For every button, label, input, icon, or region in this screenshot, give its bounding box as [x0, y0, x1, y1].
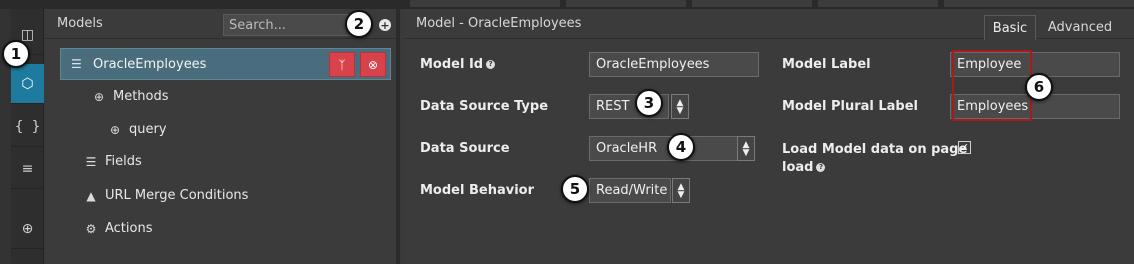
tree-item-query[interactable]: ⊕ query	[107, 122, 167, 137]
tree-item-label: URL Merge Conditions	[105, 188, 249, 203]
database-icon: ☰	[71, 57, 82, 71]
callout-badge-2: 2	[345, 10, 373, 38]
delete-model-button[interactable]: ⊗	[360, 52, 386, 77]
rail-button-models[interactable]: ⬡	[11, 64, 44, 104]
rail-button-css[interactable]: ≡	[11, 149, 44, 189]
tree-item-url-merge[interactable]: ▲ URL Merge Conditions	[83, 188, 248, 203]
model-behavior-value: Read/Write	[596, 183, 668, 198]
data-source-type-dropdown-icon[interactable]: ▲ ▼	[671, 94, 689, 119]
highlight-box	[952, 50, 1032, 121]
tab-basic[interactable]: Basic	[984, 15, 1036, 40]
tab-basic-label: Basic	[992, 20, 1028, 36]
tree-item-fields[interactable]: ☰ Fields	[83, 154, 142, 169]
callout-badge-5: 5	[561, 175, 589, 203]
top-strip-segment	[566, 0, 686, 7]
data-source-value: OracleHR	[596, 141, 658, 156]
data-source-label: Data Source	[420, 141, 510, 156]
add-model-button[interactable]: +	[379, 19, 391, 31]
models-panel-title: Models	[57, 16, 103, 31]
top-strip-segment	[818, 0, 938, 7]
model-id-value: OracleEmployees	[596, 57, 710, 72]
model-plural-label-label: Model Plural Label	[782, 99, 919, 114]
callout-badge-1: 1	[2, 40, 30, 68]
callout-badge-6: 6	[1025, 73, 1053, 101]
fork-icon: ᛉ	[338, 57, 346, 72]
list-icon: ☰	[85, 154, 97, 169]
editor-title: Model - OracleEmployees	[416, 16, 582, 31]
close-circle-icon: ⊗	[367, 57, 379, 72]
top-strip-segment	[692, 0, 812, 7]
tree-item-methods[interactable]: ⊕ Methods	[91, 89, 169, 104]
model-behavior-label: Model Behavior	[420, 183, 534, 198]
help-icon[interactable]: ?	[816, 163, 826, 172]
data-source-type-label: Data Source Type	[420, 99, 549, 114]
cube-icon: ⬡	[21, 75, 34, 92]
search-input[interactable]: Search...	[223, 14, 355, 36]
model-label-label: Model Label	[782, 57, 871, 72]
tree-item-label: query	[129, 122, 167, 137]
model-name: OracleEmployees	[93, 56, 207, 72]
top-strip	[0, 0, 1134, 9]
help-icon[interactable]: ?	[486, 60, 496, 69]
search-placeholder: Search...	[229, 17, 287, 33]
fork-model-button[interactable]: ᛉ	[329, 52, 355, 77]
model-behavior-dropdown-icon[interactable]: ▲ ▼	[672, 178, 690, 203]
callout-badge-4: 4	[667, 133, 695, 161]
gears-icon: ⚙	[85, 221, 97, 236]
model-behavior-select[interactable]: Read/Write	[589, 178, 671, 203]
callout-badge-3: 3	[635, 89, 663, 117]
globe-icon: ⊕	[21, 220, 34, 237]
globe-icon: ⊕	[109, 122, 121, 137]
braces-icon: { }	[14, 118, 41, 135]
tree-item-label: Actions	[105, 221, 153, 236]
tab-advanced[interactable]: Advanced	[1044, 15, 1116, 40]
globe-icon: ⊕	[93, 89, 105, 104]
model-id-label: Model Id?	[420, 57, 496, 72]
cubes-icon: ◫	[20, 26, 35, 43]
model-item-selected[interactable]: ☰ OracleEmployees ᛉ ⊗	[60, 48, 391, 80]
tree-item-label: Fields	[105, 154, 142, 169]
tree-item-actions[interactable]: ⚙ Actions	[83, 221, 153, 236]
model-id-field[interactable]: OracleEmployees	[589, 52, 759, 77]
tree-item-label: Methods	[113, 89, 169, 104]
load-on-page-load-label: Load Model data on page load?	[782, 141, 967, 177]
plus-circle-icon: +	[380, 18, 390, 32]
load-on-page-load-label-line1: Load Model data on page	[782, 142, 968, 157]
css3-icon: ≡	[21, 160, 34, 177]
model-editor-panel: Model - OracleEmployees Basic Advanced M…	[404, 9, 1134, 264]
data-source-dropdown-icon[interactable]: ▲ ▼	[737, 136, 755, 161]
sitemap-icon: ▲	[86, 188, 96, 203]
load-on-page-load-label-line2: load	[782, 160, 814, 175]
tab-advanced-label: Advanced	[1047, 20, 1113, 35]
data-source-type-value: REST	[596, 99, 630, 114]
top-strip-segment	[410, 0, 560, 7]
model-id-label-text: Model Id	[420, 57, 484, 72]
data-source-select[interactable]: OracleHR	[589, 136, 739, 161]
rail-button-web[interactable]: ⊕	[11, 209, 44, 249]
rail-button-code[interactable]: { }	[11, 107, 44, 147]
models-panel: Models Search... + ☰ OracleEmployees ᛉ ⊗…	[45, 9, 400, 264]
top-strip-segment	[944, 0, 1134, 7]
load-on-page-load-checkbox[interactable]: ✓	[958, 141, 971, 154]
